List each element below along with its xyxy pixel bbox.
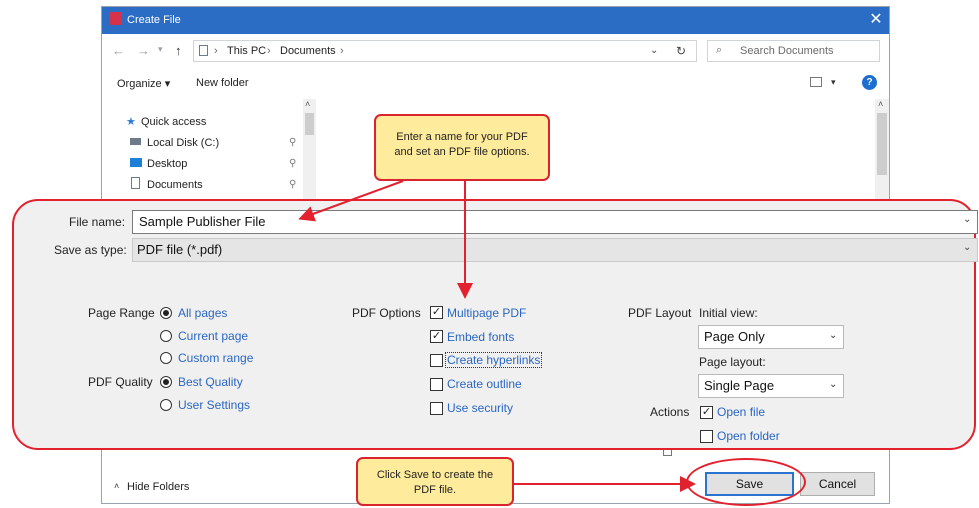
arrow-to-file-name — [298, 180, 404, 222]
annotation-arrows — [298, 180, 696, 492]
